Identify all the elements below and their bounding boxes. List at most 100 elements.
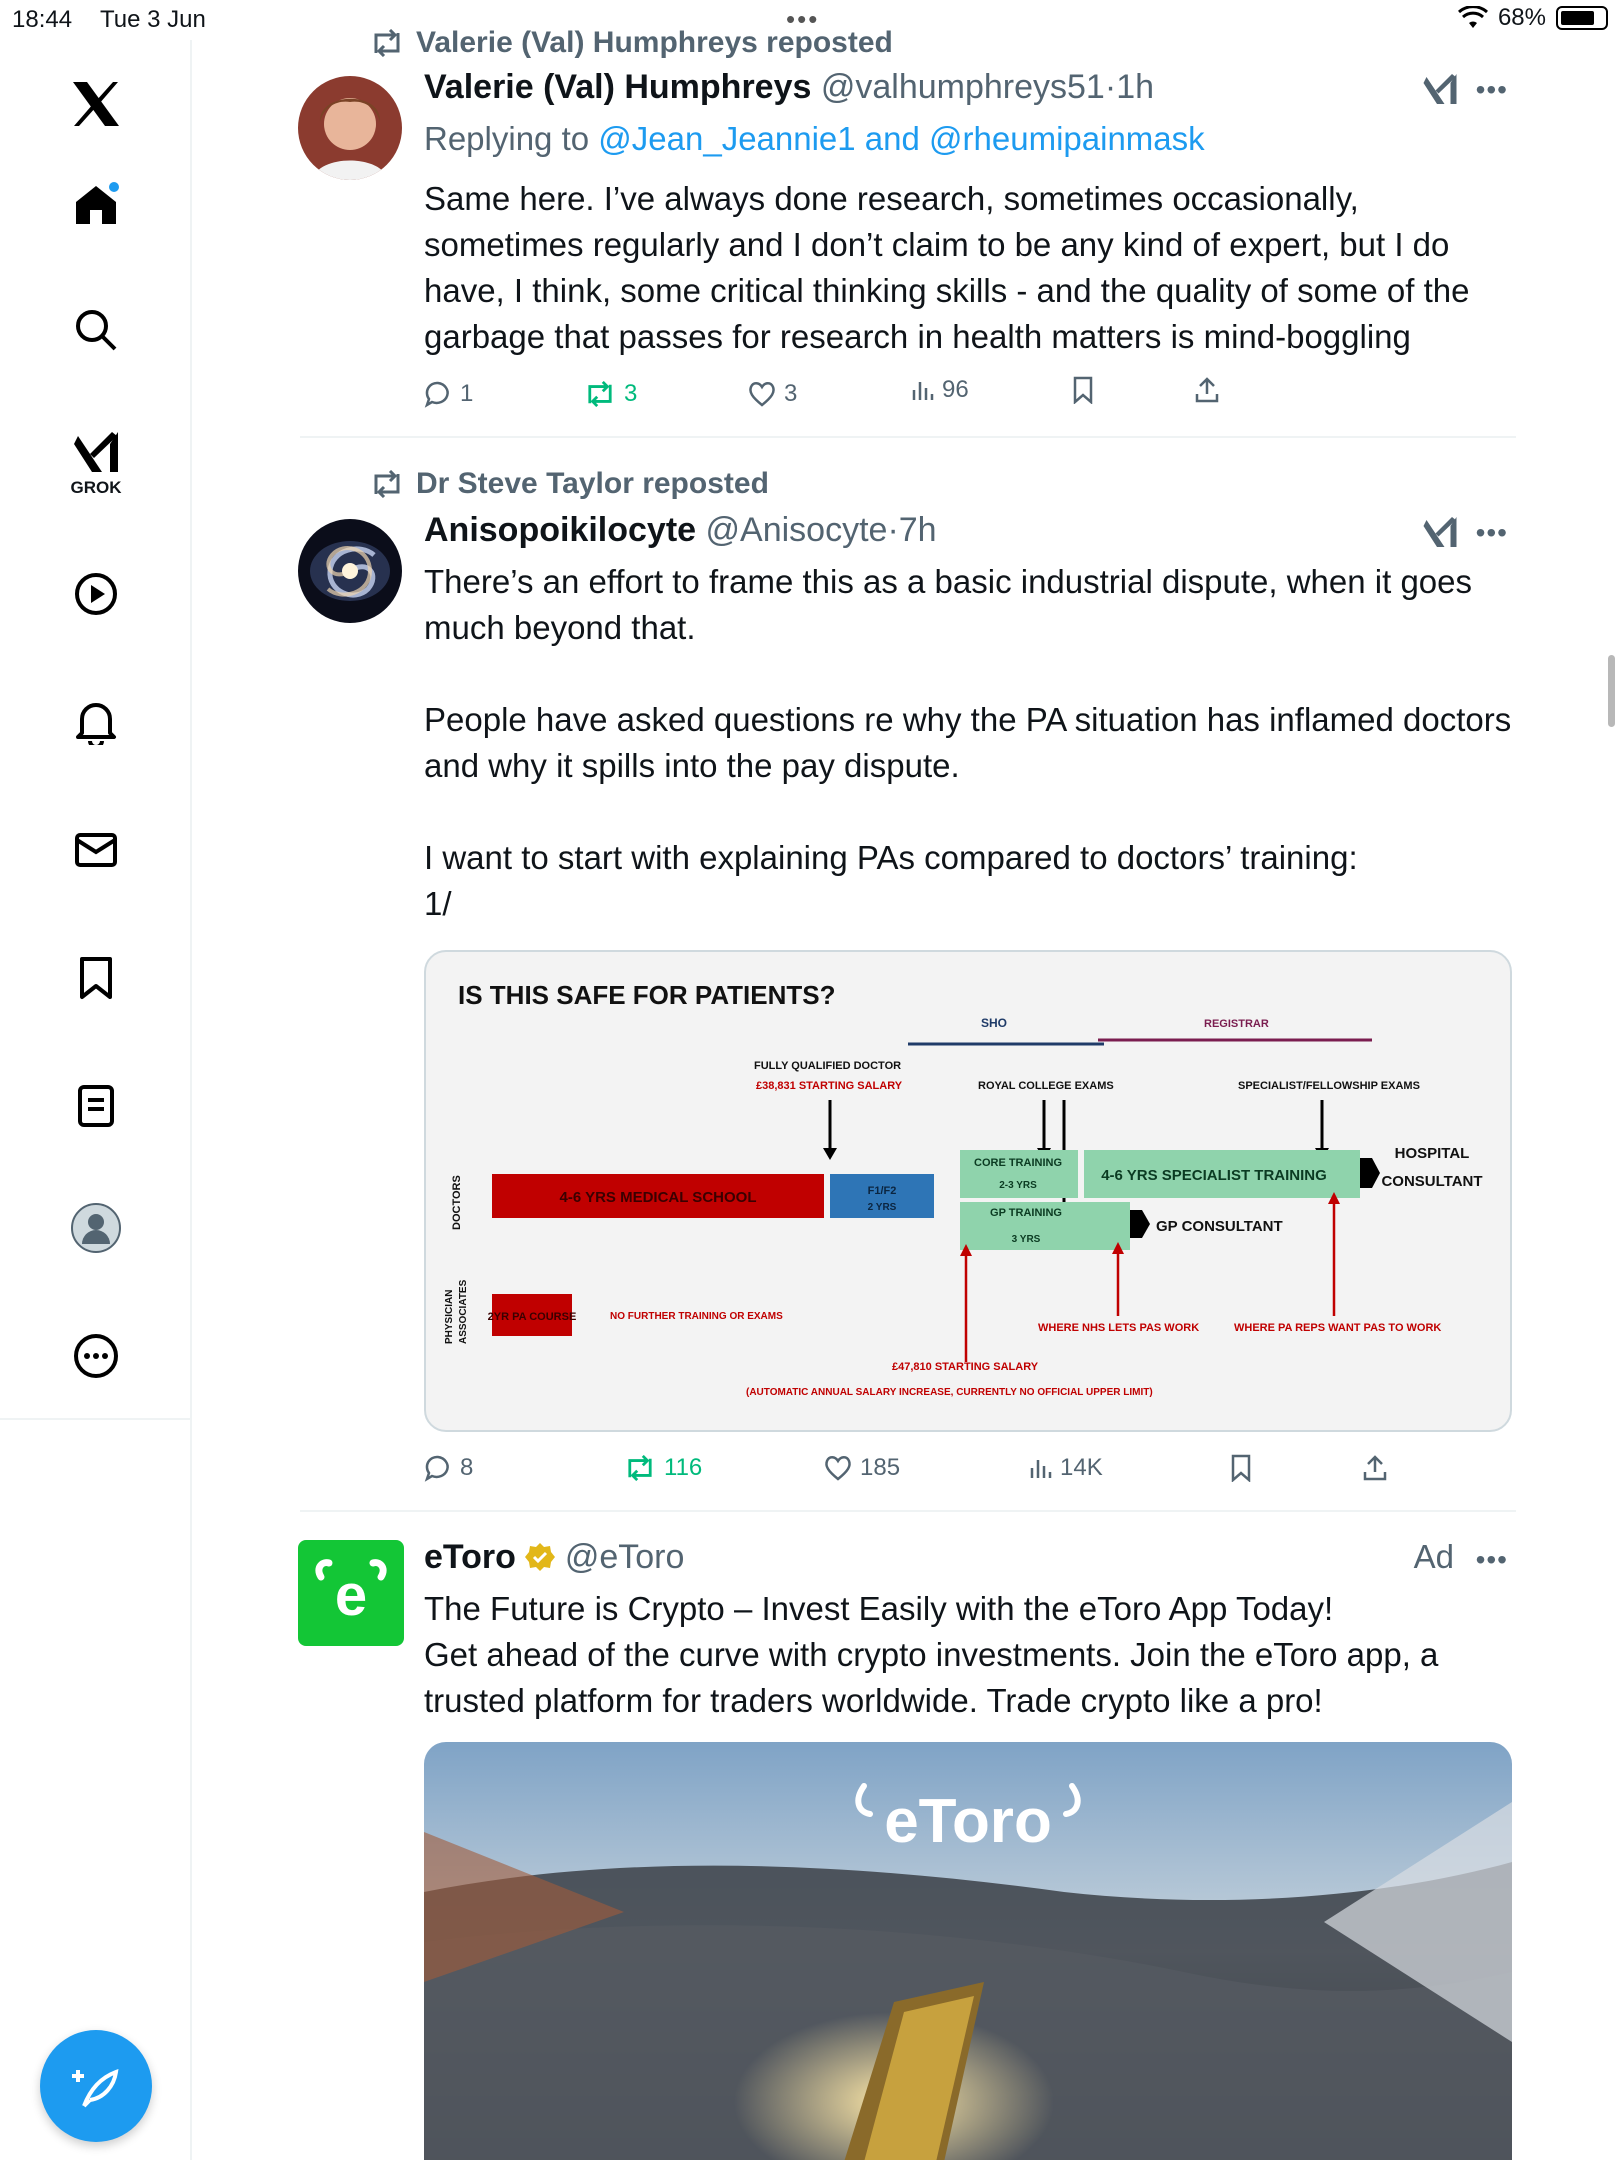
repost-button[interactable]: 116 [624, 1454, 702, 1482]
like-button[interactable]: 185 [824, 1454, 900, 1482]
doctor-salary-label: £38,831 STARTING SALARY [756, 1080, 903, 1092]
x-logo-icon[interactable] [64, 72, 128, 136]
lists-icon[interactable] [64, 1074, 128, 1138]
gp-training-label: GP TRAINING [990, 1207, 1062, 1219]
bookmark-icon [1231, 1454, 1251, 1482]
repost-indicator: Valerie (Val) Humphreys reposted [370, 26, 893, 60]
like-count: 185 [860, 1454, 901, 1481]
author-name[interactable]: Anisopoikilocyte [424, 511, 696, 549]
repost-count: 116 [664, 1454, 703, 1481]
views-chart-icon [1030, 1460, 1052, 1478]
more-options-icon[interactable] [64, 1324, 128, 1388]
pa-course-label: 2YR PA COURSE [488, 1311, 577, 1323]
avatar[interactable] [298, 76, 402, 180]
scrollbar-thumb[interactable] [1608, 655, 1615, 727]
bookmark-button[interactable] [1230, 1454, 1252, 1482]
specialist-training-label: 4-6 YRS SPECIALIST TRAINING [1101, 1167, 1327, 1184]
gp-consultant-label: GP CONSULTANT [1156, 1218, 1283, 1235]
post-more-icon[interactable]: ••• [1476, 1544, 1508, 1576]
compose-feather-icon [72, 2068, 119, 2108]
views-button[interactable]: 96 [910, 376, 969, 404]
compose-post-button[interactable] [40, 2030, 152, 2142]
hospital-consultant-label-1: HOSPITAL [1395, 1145, 1470, 1162]
reply-icon [424, 1455, 449, 1482]
video-play-icon[interactable] [64, 562, 128, 626]
author-name[interactable]: eToro [424, 1538, 516, 1576]
fully-qualified-label: FULLY QUALIFIED DOCTOR [754, 1060, 901, 1072]
like-button[interactable]: 3 [748, 380, 797, 408]
messages-mail-icon[interactable] [64, 818, 128, 882]
repost-indicator: Dr Steve Taylor reposted [370, 467, 769, 501]
post-more-icon[interactable]: ••• [1476, 517, 1508, 549]
gp-training-years: 3 YRS [1012, 1234, 1041, 1245]
author-handle[interactable]: @valhumphreys51 [821, 68, 1105, 106]
views-button[interactable]: 14K [1028, 1454, 1103, 1482]
post-actions: 1 3 3 96 [424, 376, 1514, 420]
author-handle[interactable]: @eToro [565, 1538, 685, 1576]
reply-button[interactable]: 1 [424, 380, 473, 408]
post-time[interactable]: 1h [1116, 68, 1154, 106]
post-header: Anisopoikilocyte @Anisocyte·7h [424, 511, 937, 550]
repost-count: 3 [624, 380, 638, 407]
views-count: 14K [1060, 1454, 1103, 1481]
views-chart-icon [912, 382, 934, 400]
repost-icon [628, 1455, 652, 1481]
ad-text: The Future is Crypto – Invest Easily wit… [424, 1590, 1439, 1719]
chart-title: IS THIS SAFE FOR PATIENTS? [458, 980, 836, 1010]
registrar-label: REGISTRAR [1204, 1018, 1269, 1030]
author-name[interactable]: Valerie (Val) Humphreys [424, 68, 811, 106]
share-button[interactable] [1194, 376, 1220, 404]
post-more-icon[interactable]: ••• [1476, 74, 1508, 106]
repost-button[interactable]: 3 [584, 380, 637, 408]
ad-media-image[interactable]: eToro [424, 1742, 1512, 2160]
profile-avatar-icon[interactable] [64, 1196, 128, 1260]
verified-badge-icon [525, 1543, 556, 1571]
share-icon [1363, 1455, 1387, 1481]
svg-text:e: e [335, 1563, 367, 1628]
home-icon[interactable] [64, 172, 128, 236]
post-divider [300, 436, 1516, 438]
reply-count: 1 [460, 380, 474, 407]
avatar[interactable] [298, 519, 402, 623]
sho-label: SHO [981, 1016, 1007, 1030]
grok-label: GROK [70, 478, 122, 497]
reply-button[interactable]: 8 [424, 1454, 473, 1482]
post-image-chart[interactable]: IS THIS SAFE FOR PATIENTS? SHO REGISTRAR… [424, 950, 1512, 1432]
etoro-logo-avatar[interactable]: e [298, 1540, 404, 1646]
views-count: 96 [942, 376, 969, 403]
post-header: eToro @eToro [424, 1538, 684, 1577]
status-date: Tue 3 Jun [100, 6, 206, 33]
reposted-by-text: Valerie (Val) Humphreys reposted [416, 26, 893, 59]
hospital-consultant-label-2: CONSULTANT [1381, 1173, 1482, 1190]
notifications-bell-icon[interactable] [64, 690, 128, 754]
ad-media-logo-text: eToro [884, 1787, 1052, 1856]
grok-icon[interactable] [64, 420, 128, 484]
post-header: Valerie (Val) Humphreys @valhumphreys51·… [424, 68, 1154, 107]
search-icon[interactable] [64, 298, 128, 362]
repost-icon [374, 29, 400, 57]
separator-dot: · [1104, 68, 1117, 106]
grok-explain-icon[interactable] [1422, 72, 1458, 111]
grok-explain-icon[interactable] [1422, 515, 1458, 554]
share-button[interactable] [1362, 1454, 1388, 1482]
pa-row-label-1: PHYSICIAN [444, 1290, 455, 1344]
bookmarks-icon[interactable] [64, 946, 128, 1010]
core-training-years: 2-3 YRS [999, 1180, 1037, 1191]
author-handle[interactable]: @Anisocyte [706, 511, 888, 549]
training-comparison-chart: IS THIS SAFE FOR PATIENTS? SHO REGISTRAR… [444, 980, 1483, 1398]
where-nhs-label: WHERE NHS LETS PAS WORK [1038, 1322, 1199, 1334]
heart-icon [749, 382, 775, 407]
replying-to-users[interactable]: @Jean_Jeannie1 and @rheumipainmask [598, 120, 1204, 157]
gp-arrow-tip [1130, 1210, 1142, 1238]
bookmark-icon [1073, 376, 1093, 404]
sidebar: GROK [0, 40, 192, 2160]
where-pa-reps-label: WHERE PA REPS WANT PAS TO WORK [1234, 1322, 1441, 1334]
post-time[interactable]: 7h [899, 511, 937, 549]
reply-icon [424, 381, 449, 408]
specialist-exams-label: SPECIALIST/FELLOWSHIP EXAMS [1238, 1080, 1420, 1092]
share-icon [1195, 377, 1219, 403]
doctors-row-label: DOCTORS [451, 1175, 463, 1230]
status-time: 18:44 [12, 6, 73, 33]
f1f2-label: F1/F2 [868, 1185, 897, 1197]
bookmark-button[interactable] [1072, 376, 1094, 404]
